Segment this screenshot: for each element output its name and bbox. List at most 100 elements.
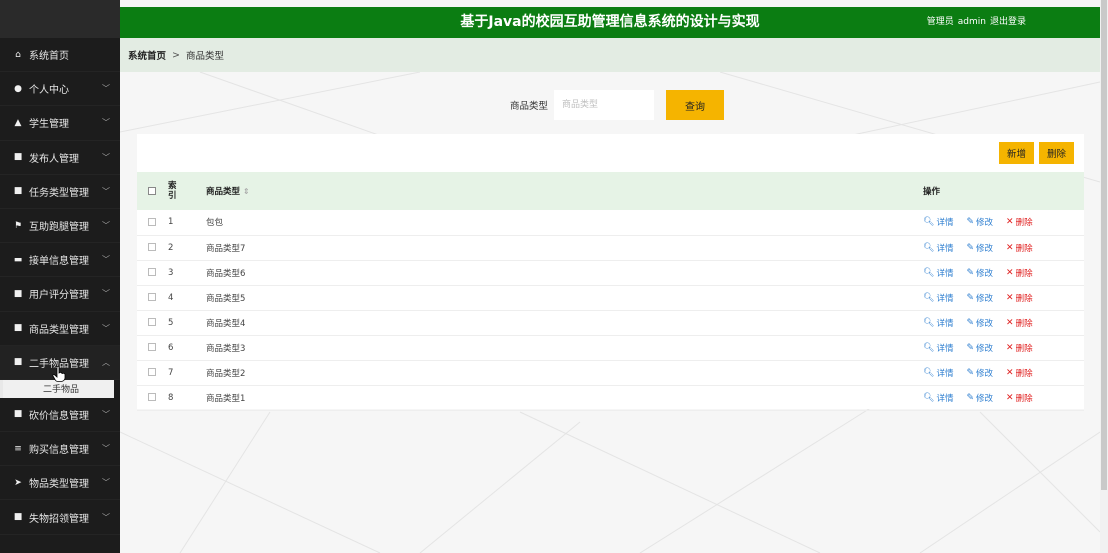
name-header[interactable]: 商品类型 ⇕ <box>203 172 923 210</box>
edit-button[interactable]: ✎ 修改 <box>966 317 993 329</box>
sidebar-item-label: 发布人管理 <box>29 153 79 165</box>
row-checkbox-cell <box>137 260 165 285</box>
row-actions: 🔍︎ 详情 ✎ 修改 ✕ 删除 <box>923 210 1084 235</box>
sidebar-item-0[interactable]: ⌂ 系统首页 <box>0 38 120 73</box>
edit-button[interactable]: ✎ 修改 <box>966 342 993 354</box>
table-row: 7 商品类型2 🔍︎ 详情 ✎ 修改 ✕ 删除 <box>137 360 1084 385</box>
sidebar-item-label: 任务类型管理 <box>29 187 89 199</box>
row-checkbox[interactable] <box>148 268 156 276</box>
delete-label: 删除 <box>1015 268 1033 279</box>
sidebar-item-label: 个人中心 <box>29 85 69 97</box>
batch-delete-button[interactable]: 删除 <box>1038 142 1074 164</box>
row-name: 包包 <box>206 218 224 229</box>
search-icon: 🔍︎ <box>923 367 935 378</box>
sidebar-item-13[interactable]: ■ 失物招领管理 ﹀ <box>0 500 120 535</box>
edit-button[interactable]: ✎ 修改 <box>966 267 993 279</box>
pencil-icon: ✎ <box>966 267 974 278</box>
view-button[interactable]: 🔍︎ 详情 <box>923 267 953 279</box>
view-button[interactable]: 🔍︎ 详情 <box>923 317 953 329</box>
search-input[interactable] <box>554 90 654 120</box>
delete-button[interactable]: ✕ 删除 <box>1006 216 1033 228</box>
view-button[interactable]: 🔍︎ 详情 <box>923 392 953 404</box>
close-icon: ✕ <box>1006 217 1014 228</box>
view-label: 详情 <box>936 343 954 354</box>
row-checkbox-cell <box>137 385 165 410</box>
sidebar-item-label: 系统首页 <box>29 51 69 63</box>
sidebar-item-5[interactable]: ⚑ 互助跑腿管理 ﹀ <box>0 209 120 244</box>
delete-button[interactable]: ✕ 删除 <box>1006 392 1033 404</box>
close-icon: ✕ <box>1006 317 1014 328</box>
page-scrollbar[interactable] <box>1100 0 1108 553</box>
actions-header: 操作 <box>923 187 941 197</box>
delete-button[interactable]: ✕ 删除 <box>1006 242 1033 254</box>
sidebar-item-3[interactable]: ■ 发布人管理 ﹀ <box>0 141 120 175</box>
row-checkbox[interactable] <box>148 243 156 251</box>
chevron-down-icon: ﹀ <box>102 512 110 522</box>
view-button[interactable]: 🔍︎ 详情 <box>923 242 953 254</box>
edit-label: 修改 <box>976 318 994 329</box>
row-checkbox[interactable] <box>148 393 156 401</box>
sidebar-item-8[interactable]: ■ 商品类型管理 ﹀ <box>0 312 120 346</box>
sidebar-item-7[interactable]: ■ 用户评分管理 ﹀ <box>0 277 120 312</box>
edit-button[interactable]: ✎ 修改 <box>966 367 993 379</box>
view-button[interactable]: 🔍︎ 详情 <box>923 292 953 304</box>
sidebar-item-2[interactable]: ▲ 学生管理 ﹀ <box>0 106 120 141</box>
view-button[interactable]: 🔍︎ 详情 <box>923 216 953 228</box>
select-all-checkbox[interactable] <box>148 186 156 195</box>
sidebar-item-1[interactable]: ● 个人中心 ﹀ <box>0 72 120 107</box>
grid-icon: ■ <box>13 512 23 523</box>
row-checkbox[interactable] <box>148 343 156 351</box>
row-checkbox[interactable] <box>148 368 156 376</box>
delete-button[interactable]: ✕ 删除 <box>1006 267 1033 279</box>
edit-label: 修改 <box>976 368 994 379</box>
send-icon: ➤ <box>14 477 22 488</box>
search-button[interactable]: 查询 <box>666 90 724 120</box>
sidebar-item-12[interactable]: ➤ 物品类型管理 ﹀ <box>0 466 120 501</box>
logout-link[interactable]: 退出登录 <box>990 17 1026 27</box>
close-icon: ✕ <box>1006 367 1014 378</box>
table-row: 2 商品类型7 🔍︎ 详情 ✎ 修改 ✕ 删除 <box>137 235 1084 260</box>
row-actions: 🔍︎ 详情 ✎ 修改 ✕ 删除 <box>923 385 1084 410</box>
row-name: 商品类型3 <box>206 343 246 354</box>
row-checkbox[interactable] <box>148 217 156 226</box>
close-icon: ✕ <box>1006 242 1014 253</box>
sidebar-item-6[interactable]: ▬ 接单信息管理 ﹀ <box>0 243 120 278</box>
scrollbar-thumb[interactable] <box>1101 0 1107 490</box>
sidebar: ⌂ 系统首页 ● 个人中心 ﹀ ▲ 学生管理 ﹀ ■ 发布人管理 ﹀ ■ 任务类型管理 ﹀ ⚑ 互助跑腿管理 ﹀… <box>0 0 120 553</box>
chevron-down-icon: ﹀ <box>102 409 110 419</box>
content-area: 商品类型 查询 新增 删除 索引 商品类型⇕ 操作 1包包🔍︎详情✎修改✕删除2… <box>120 72 1100 553</box>
chevron-down-icon: ﹀ <box>102 118 110 128</box>
row-index: 7 <box>168 367 174 378</box>
edit-button[interactable]: ✎ 修改 <box>966 392 993 404</box>
row-index: 5 <box>168 317 174 328</box>
view-button[interactable]: 🔍︎ 详情 <box>923 342 953 354</box>
student-icon: ▲ <box>14 117 22 128</box>
row-checkbox[interactable] <box>148 293 156 301</box>
sort-icon[interactable]: ⇕ <box>243 187 250 196</box>
breadcrumb-home[interactable]: 系统首页 <box>128 48 166 62</box>
row-index: 1 <box>168 217 174 228</box>
sidebar-item-4[interactable]: ■ 任务类型管理 ﹀ <box>0 175 120 209</box>
add-button[interactable]: 新增 <box>998 142 1034 164</box>
delete-button[interactable]: ✕ 删除 <box>1006 367 1033 379</box>
delete-label: 删除 <box>1015 318 1033 329</box>
edit-button[interactable]: ✎ 修改 <box>966 242 993 254</box>
sidebar-header <box>0 0 120 38</box>
delete-button[interactable]: ✕ 删除 <box>1006 317 1033 329</box>
edit-button[interactable]: ✎ 修改 <box>966 292 993 304</box>
row-name: 商品类型7 <box>206 243 246 254</box>
search-icon: 🔍︎ <box>923 242 935 253</box>
breadcrumb-separator: > <box>172 49 180 61</box>
edit-button[interactable]: ✎ 修改 <box>966 216 993 228</box>
delete-button[interactable]: ✕ 删除 <box>1006 342 1033 354</box>
sidebar-item-11[interactable]: ≡ 购买信息管理 ﹀ <box>0 432 120 467</box>
index-header: 索引 <box>168 181 177 201</box>
row-checkbox-cell <box>137 310 165 335</box>
row-checkbox[interactable] <box>148 318 156 326</box>
chevron-down-icon: ﹀ <box>102 478 110 488</box>
sidebar-subitem[interactable]: 二手物品 <box>0 379 114 398</box>
top-header: 基于Java的校园互助管理信息系统的设计与实现 管理员 admin 退出登录 <box>120 7 1100 38</box>
view-button[interactable]: 🔍︎ 详情 <box>923 367 953 379</box>
sidebar-item-10[interactable]: ■ 砍价信息管理 ﹀ <box>0 398 120 433</box>
delete-button[interactable]: ✕ 删除 <box>1006 292 1033 304</box>
